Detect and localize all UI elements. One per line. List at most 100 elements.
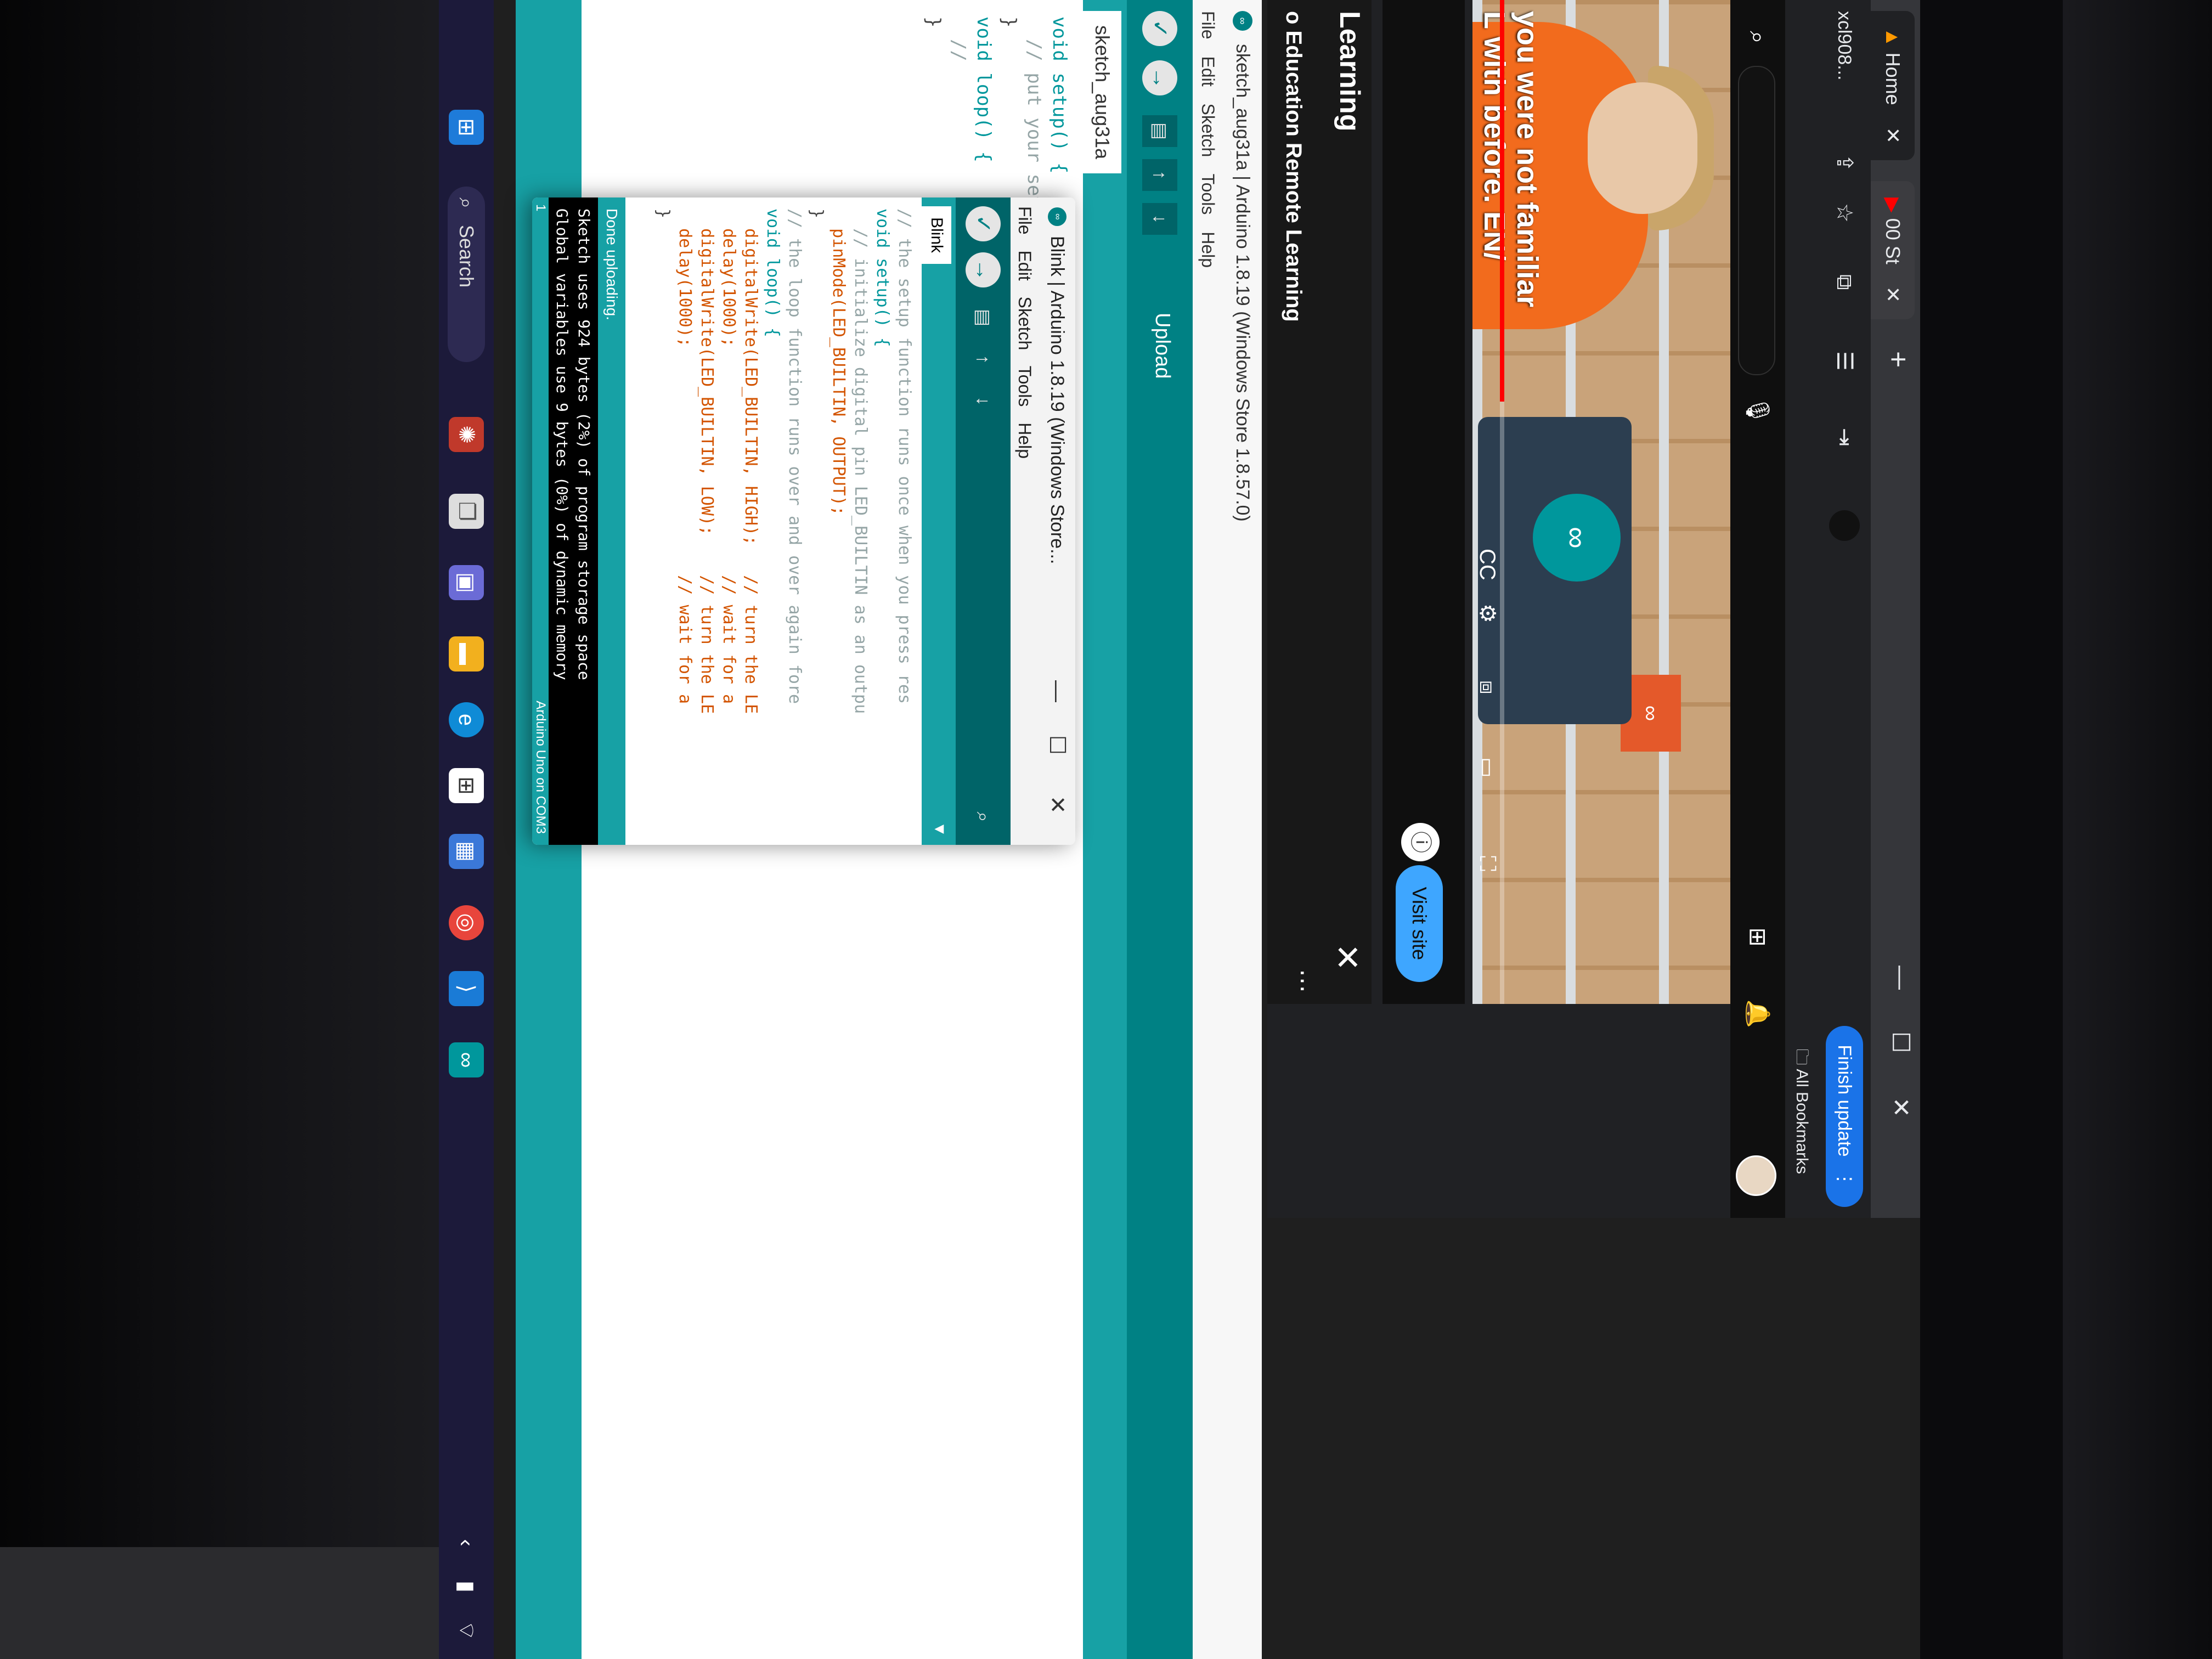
menu-help[interactable]: Help bbox=[1015, 422, 1035, 459]
tab-close-icon[interactable]: ✕ bbox=[1882, 286, 1904, 303]
video-player[interactable]: ∞ ∞ you were not familiar L with before.… bbox=[1472, 0, 1730, 1004]
maximize-button[interactable]: ☐ bbox=[1887, 1031, 1915, 1053]
profile-avatar-icon[interactable] bbox=[1829, 510, 1860, 541]
menu-sketch[interactable]: Sketch bbox=[1198, 103, 1218, 157]
search-icon: ⌕ bbox=[455, 198, 478, 209]
extensions-icon[interactable]: ⧉ bbox=[1818, 274, 1871, 290]
arduino-blink-window: ∞ Blink | Arduino 1.8.19 (Windows Store.… bbox=[532, 198, 1075, 845]
url-text[interactable]: xcl908... bbox=[1818, 11, 1871, 81]
menu-edit[interactable]: Edit bbox=[1015, 250, 1035, 280]
tab-close-icon[interactable]: ✕ bbox=[1882, 127, 1904, 144]
learning-title: Learning bbox=[1334, 11, 1365, 132]
fullscreen-icon[interactable]: ⛶ bbox=[1475, 856, 1499, 871]
finish-update-label: Finish update bbox=[1834, 1045, 1855, 1157]
blink-code-editor[interactable]: // the setup function runs once when you… bbox=[612, 198, 922, 845]
maximize-button[interactable]: ☐ bbox=[1039, 735, 1075, 755]
chrome-window: ▲ Home ✕ ▶ 00 St ✕ + — ☐ ✕ xcl908... ⇪ ☆… bbox=[1267, 0, 1920, 1218]
finish-update-button[interactable]: Finish update ⋮ bbox=[1826, 1026, 1863, 1207]
arduino-app-icon: ∞ bbox=[1233, 11, 1252, 31]
notifications-bell-icon[interactable]: 🔔 bbox=[1742, 998, 1773, 1029]
save-sketch-button[interactable]: ↓ bbox=[1142, 203, 1177, 235]
windows-start-icon[interactable]: ⊞ bbox=[449, 110, 484, 145]
show-hidden-icons-chevron-icon[interactable]: ‹ bbox=[449, 1525, 484, 1560]
verify-button[interactable]: ✓ bbox=[1142, 11, 1177, 46]
open-sketch-button[interactable]: ↑ bbox=[966, 343, 1001, 375]
menu-tools[interactable]: Tools bbox=[1015, 366, 1035, 407]
youtube-search-input[interactable] bbox=[1738, 66, 1775, 375]
close-window-button[interactable]: ✕ bbox=[1887, 1097, 1915, 1118]
new-sketch-button[interactable]: ▤ bbox=[1142, 115, 1177, 147]
ide-menubar: File Edit Sketch Tools Help bbox=[1193, 0, 1223, 1659]
calendar-icon[interactable]: ▦ bbox=[449, 834, 484, 869]
blink-footer: 1 Arduino Uno on COM3 bbox=[532, 198, 549, 845]
taskview-icon[interactable]: ❐ bbox=[449, 494, 484, 529]
battery-icon[interactable]: ▮ bbox=[449, 1569, 484, 1604]
upload-button[interactable]: → bbox=[966, 252, 1001, 287]
close-panel-icon[interactable]: ✕ bbox=[1328, 944, 1366, 971]
video-progress-fill bbox=[1500, 0, 1504, 402]
bookmark-star-icon[interactable]: ☆ bbox=[1818, 203, 1871, 223]
upload-status: Done uploading. bbox=[598, 198, 625, 845]
menu-help[interactable]: Help bbox=[1198, 232, 1218, 268]
arduino-icon[interactable]: ∞ bbox=[449, 1042, 484, 1077]
tab-blink[interactable]: Blink bbox=[922, 206, 951, 264]
tab-youtube[interactable]: ▶ 00 St ✕ bbox=[1871, 181, 1915, 319]
new-sketch-button[interactable]: ▤ bbox=[966, 302, 1001, 334]
teams-icon[interactable]: ▣ bbox=[449, 565, 484, 600]
code-line: delay(1000); // wait for a bbox=[675, 208, 695, 704]
wifi-icon[interactable]: ⌔ bbox=[449, 1613, 484, 1648]
console-line: Global variables use 9 bytes (0%) of dyn… bbox=[553, 208, 571, 680]
menu-edit[interactable]: Edit bbox=[1198, 56, 1218, 86]
menu-file[interactable]: File bbox=[1198, 11, 1218, 40]
minimize-button[interactable]: — bbox=[1039, 680, 1075, 702]
tab-strip: ▲ Home ✕ ▶ 00 St ✕ + — ☐ ✕ bbox=[1871, 0, 1920, 1218]
code-line: // the loop function runs over and over … bbox=[785, 208, 804, 704]
minimize-button[interactable]: — bbox=[1887, 966, 1915, 990]
search-icon[interactable]: ⌕ bbox=[1742, 22, 1773, 53]
address-bar: xcl908... ⇪ ☆ ⧉ ☰ ⇥ Finish update ⋮ bbox=[1818, 0, 1871, 1218]
miniplayer-icon[interactable]: ⧈ bbox=[1475, 680, 1499, 694]
video-progress-bar[interactable] bbox=[1500, 0, 1504, 1004]
visit-site-button[interactable]: Visit site bbox=[1396, 865, 1443, 982]
save-sketch-button[interactable]: ↓ bbox=[966, 385, 1001, 417]
console-line: Sketch uses 924 bytes (2%) of program st… bbox=[575, 208, 593, 680]
video-controls: CC ⚙ ⧈ ▭ ⛶ bbox=[1472, 0, 1500, 1004]
settings-gear-icon[interactable]: ⚙ bbox=[1475, 603, 1500, 623]
edge-icon[interactable]: e bbox=[449, 702, 484, 737]
chrome-icon[interactable]: ◎ bbox=[449, 905, 484, 940]
microsoft-store-icon[interactable]: ⊞ bbox=[449, 768, 484, 803]
code-line: delay(1000); // wait for a bbox=[719, 208, 738, 704]
learning-subtitle[interactable]: o Education Remote Learning bbox=[1281, 11, 1306, 322]
info-icon[interactable]: ⓘ bbox=[1401, 823, 1440, 861]
more-options-icon[interactable]: ⋯ bbox=[1289, 969, 1317, 993]
file-explorer-icon[interactable]: ▬ bbox=[449, 636, 484, 672]
upload-button[interactable]: → bbox=[1142, 60, 1177, 95]
theater-mode-icon[interactable]: ▭ bbox=[1475, 757, 1500, 778]
taskbar-search[interactable]: ⌕ Search bbox=[448, 187, 485, 362]
verify-button[interactable]: ✓ bbox=[966, 206, 1001, 241]
captions-button[interactable]: CC bbox=[1475, 549, 1499, 580]
vscode-icon[interactable]: ⟩ bbox=[449, 971, 484, 1006]
open-sketch-button[interactable]: ↑ bbox=[1142, 159, 1177, 191]
all-bookmarks[interactable]: 🗀 All Bookmarks bbox=[1785, 1049, 1818, 1174]
user-avatar[interactable] bbox=[1736, 1155, 1776, 1196]
tab-search-icon[interactable]: ☰ bbox=[1818, 351, 1871, 371]
bookmarks-bar: 🗀 All Bookmarks bbox=[1785, 0, 1818, 1218]
tab-sketch-aug31a[interactable]: sketch_aug31a bbox=[1083, 11, 1121, 174]
copilot-icon[interactable]: ✺ bbox=[449, 417, 484, 452]
create-icon[interactable]: ⊞ bbox=[1742, 922, 1773, 952]
serial-monitor-icon[interactable]: ⌕ bbox=[966, 801, 1001, 833]
microphone-icon[interactable]: 🎙 bbox=[1742, 395, 1773, 426]
menu-sketch[interactable]: Sketch bbox=[1015, 296, 1035, 350]
menu-file[interactable]: File bbox=[1015, 206, 1035, 235]
presenter-face bbox=[1588, 82, 1697, 214]
tab-menu-arrow-icon[interactable]: ▾ bbox=[929, 825, 951, 834]
blink-titlebar: ∞ Blink | Arduino 1.8.19 (Windows Store.… bbox=[1039, 198, 1075, 845]
windows-taskbar: ⊞ ⌕ Search ✺ ❐ ▣ ▬ e ⊞ ▦ ◎ ⟩ ∞ ‹ ▮ ⌔ bbox=[439, 0, 494, 1659]
tab-home[interactable]: ▲ Home ✕ bbox=[1871, 11, 1915, 160]
profile-switch-icon[interactable]: ⇥ bbox=[1818, 428, 1871, 447]
close-window-button[interactable]: ✕ bbox=[1039, 795, 1075, 814]
new-tab-button[interactable]: + bbox=[1882, 351, 1915, 368]
share-icon[interactable]: ⇪ bbox=[1818, 154, 1871, 172]
menu-tools[interactable]: Tools bbox=[1198, 174, 1218, 215]
